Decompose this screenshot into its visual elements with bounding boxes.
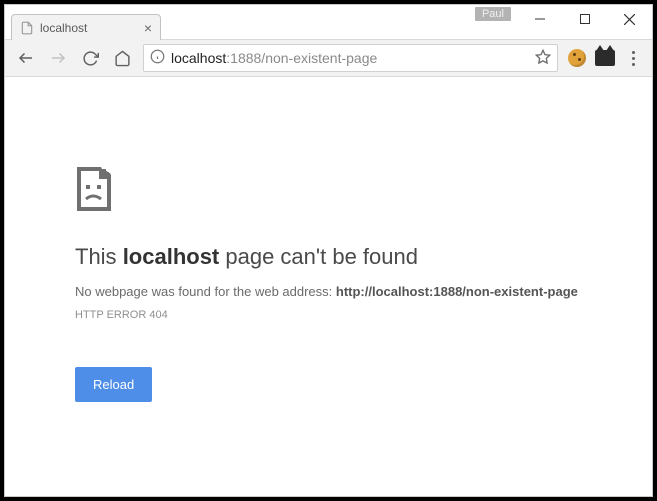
url-host: localhost [171, 50, 226, 66]
reload-button[interactable]: Reload [75, 367, 152, 402]
close-window-button[interactable] [607, 5, 652, 33]
address-bar[interactable]: localhost:1888/non-existent-page [143, 44, 558, 72]
headline-host: localhost [123, 244, 220, 269]
bookmark-star-icon[interactable] [535, 49, 551, 68]
headline-suffix: page can't be found [219, 244, 418, 269]
sad-page-icon [75, 167, 652, 216]
headline-prefix: This [75, 244, 123, 269]
url-path: :1888/non-existent-page [226, 50, 377, 66]
extension-cat-icon[interactable] [592, 45, 618, 71]
browser-menu-button[interactable] [620, 45, 646, 71]
maximize-button[interactable] [562, 5, 607, 33]
user-badge[interactable]: Paul [475, 7, 511, 21]
window-controls: Paul [475, 5, 652, 39]
url-display: localhost:1888/non-existent-page [171, 50, 377, 66]
minimize-button[interactable] [517, 5, 562, 33]
site-info-icon[interactable] [150, 49, 165, 67]
tab-title: localhost [40, 21, 87, 35]
sub-url: http://localhost:1888/non-existent-page [336, 284, 578, 299]
extension-cookie-icon[interactable] [564, 45, 590, 71]
browser-tab[interactable]: localhost × [11, 14, 161, 40]
reload-nav-button[interactable] [75, 43, 105, 73]
error-subtext: No webpage was found for the web address… [75, 284, 652, 299]
forward-button[interactable] [43, 43, 73, 73]
titlebar: localhost × Paul [5, 5, 652, 39]
error-code: HTTP ERROR 404 [75, 309, 652, 321]
tab-strip: localhost × [5, 5, 161, 39]
home-button[interactable] [107, 43, 137, 73]
error-headline: This localhost page can't be found [75, 244, 652, 270]
browser-window: localhost × Paul [4, 4, 653, 497]
toolbar: localhost:1888/non-existent-page [5, 39, 652, 77]
back-button[interactable] [11, 43, 41, 73]
close-tab-icon[interactable]: × [144, 21, 152, 35]
sub-prefix: No webpage was found for the web address… [75, 284, 336, 299]
file-icon [20, 21, 34, 35]
page-content: This localhost page can't be found No we… [5, 77, 652, 496]
